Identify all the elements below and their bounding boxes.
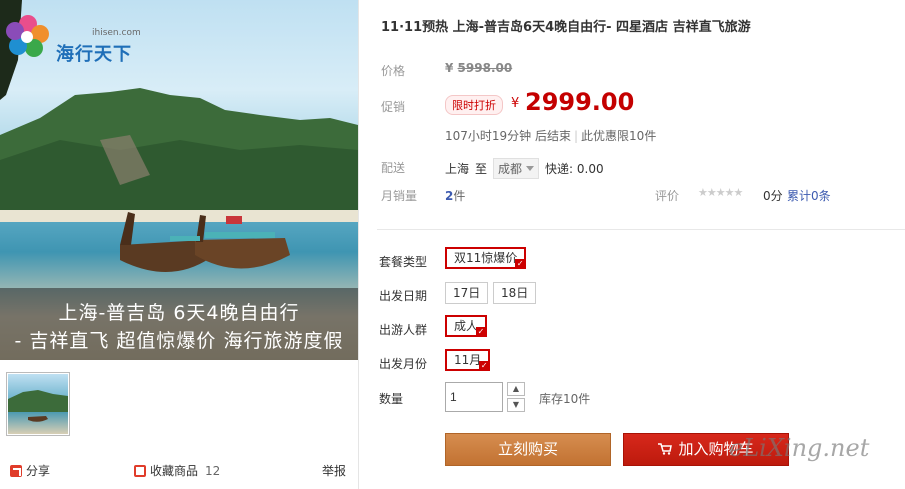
favorite-button[interactable]: 收藏商品 12 <box>134 462 220 479</box>
promo-label: 促销 <box>381 100 406 114</box>
site-logo: ihisen.com 海行天下 <box>4 10 149 65</box>
price-label: 价格 <box>381 64 406 78</box>
image-caption: 上海-普吉岛 6天4晚自由行 - 吉祥直飞 超值惊爆价 海行旅游度假 <box>0 288 358 360</box>
rating-score: 0分 <box>763 189 783 203</box>
thumbnail-scene <box>8 390 68 422</box>
city-select[interactable]: 成都 <box>493 158 540 179</box>
main-product-image[interactable]: ihisen.com 海行天下 上海-普吉岛 6天4晚自由行 - 吉祥直飞 超值… <box>0 0 358 360</box>
quantity-input[interactable] <box>445 382 503 412</box>
logo-url: ihisen.com <box>92 28 141 38</box>
buy-now-label: 立刻购买 <box>497 440 558 458</box>
original-price-value: 5998.00 <box>457 61 513 75</box>
report-link[interactable]: 举报 <box>322 462 346 479</box>
promo-price: 2999.00 <box>525 88 635 116</box>
divider <box>377 229 905 230</box>
stock-text: 库存10件 <box>539 392 591 406</box>
monthly-sales-unit: 件 <box>453 189 466 203</box>
rating-stars-icon: ★★★★★ <box>698 186 743 199</box>
countdown-text: 107小时19分钟 后结束 <box>445 129 571 143</box>
buy-now-button[interactable]: 立刻购买 <box>445 433 611 466</box>
group-label: 出游人群 <box>379 323 428 337</box>
favorite-count: 12 <box>205 463 221 478</box>
ship-fee: 快递: 0.00 <box>545 162 604 176</box>
favorite-label: 收藏商品 <box>150 464 199 478</box>
qty-decrease-button[interactable]: ▼ <box>507 398 525 412</box>
thumbnail[interactable] <box>6 372 70 436</box>
chevron-down-icon <box>526 166 535 171</box>
group-option[interactable]: 成人 <box>445 315 488 337</box>
countdown: 107小时19分钟 后结束 | 此优惠限10件 <box>445 129 657 143</box>
date-option-18[interactable]: 18日 <box>493 282 537 304</box>
share-label: 分享 <box>26 464 51 478</box>
rating-label: 评价 <box>655 189 680 203</box>
month-label: 出发月份 <box>379 357 428 371</box>
promo-currency: ¥ <box>511 96 520 111</box>
package-option[interactable]: 双11惊爆价 <box>445 247 527 269</box>
date-option-17[interactable]: 17日 <box>445 282 489 304</box>
shipping-info: 上海 至 成都 快递: 0.00 <box>445 158 604 179</box>
logo-flower-icon <box>6 15 49 57</box>
share-button[interactable]: 分享 <box>10 462 50 479</box>
monthly-sales: 2件 <box>445 187 465 204</box>
product-title: 11·11预热 上海-普吉岛6天4晚自由行- 四星酒店 吉祥直飞旅游 <box>381 20 751 35</box>
logo-text: 海行天下 <box>56 44 132 65</box>
share-icon <box>10 464 22 477</box>
date-label: 出发日期 <box>379 289 428 303</box>
package-label: 套餐类型 <box>379 255 428 269</box>
qty-increase-button[interactable]: ▲ <box>507 382 525 396</box>
ship-label: 配送 <box>381 161 406 175</box>
promo-badge: 限时打折 <box>445 95 503 115</box>
city-select-value: 成都 <box>498 162 523 176</box>
limit-text: 此优惠限10件 <box>581 129 657 143</box>
cart-icon <box>658 443 673 455</box>
favorite-icon <box>134 464 146 477</box>
monthly-sales-label: 月销量 <box>381 189 418 203</box>
qty-label: 数量 <box>379 392 404 406</box>
month-option[interactable]: 11月 <box>445 349 491 371</box>
reviews-link[interactable]: 累计0条 <box>787 187 831 204</box>
ship-from: 上海 <box>445 162 470 176</box>
caption-line2: - 吉祥直飞 超值惊爆价 海行旅游度假 <box>14 330 344 352</box>
product-gallery: ihisen.com 海行天下 上海-普吉岛 6天4晚自由行 - 吉祥直飞 超值… <box>0 0 358 489</box>
caption-line1: 上海-普吉岛 6天4晚自由行 <box>58 302 300 324</box>
original-price: ¥ 5998.00 <box>445 61 512 75</box>
original-price-currency: ¥ <box>445 61 454 75</box>
product-info: 11·11预热 上海-普吉岛6天4晚自由行- 四星酒店 吉祥直飞旅游 价格 ¥ … <box>358 0 905 489</box>
thumbnail-image <box>8 374 68 434</box>
ship-to-word: 至 <box>475 162 488 176</box>
gallery-actions: 分享 收藏商品 12 举报 <box>0 458 358 482</box>
watermark: eLiXing.net <box>729 434 870 462</box>
